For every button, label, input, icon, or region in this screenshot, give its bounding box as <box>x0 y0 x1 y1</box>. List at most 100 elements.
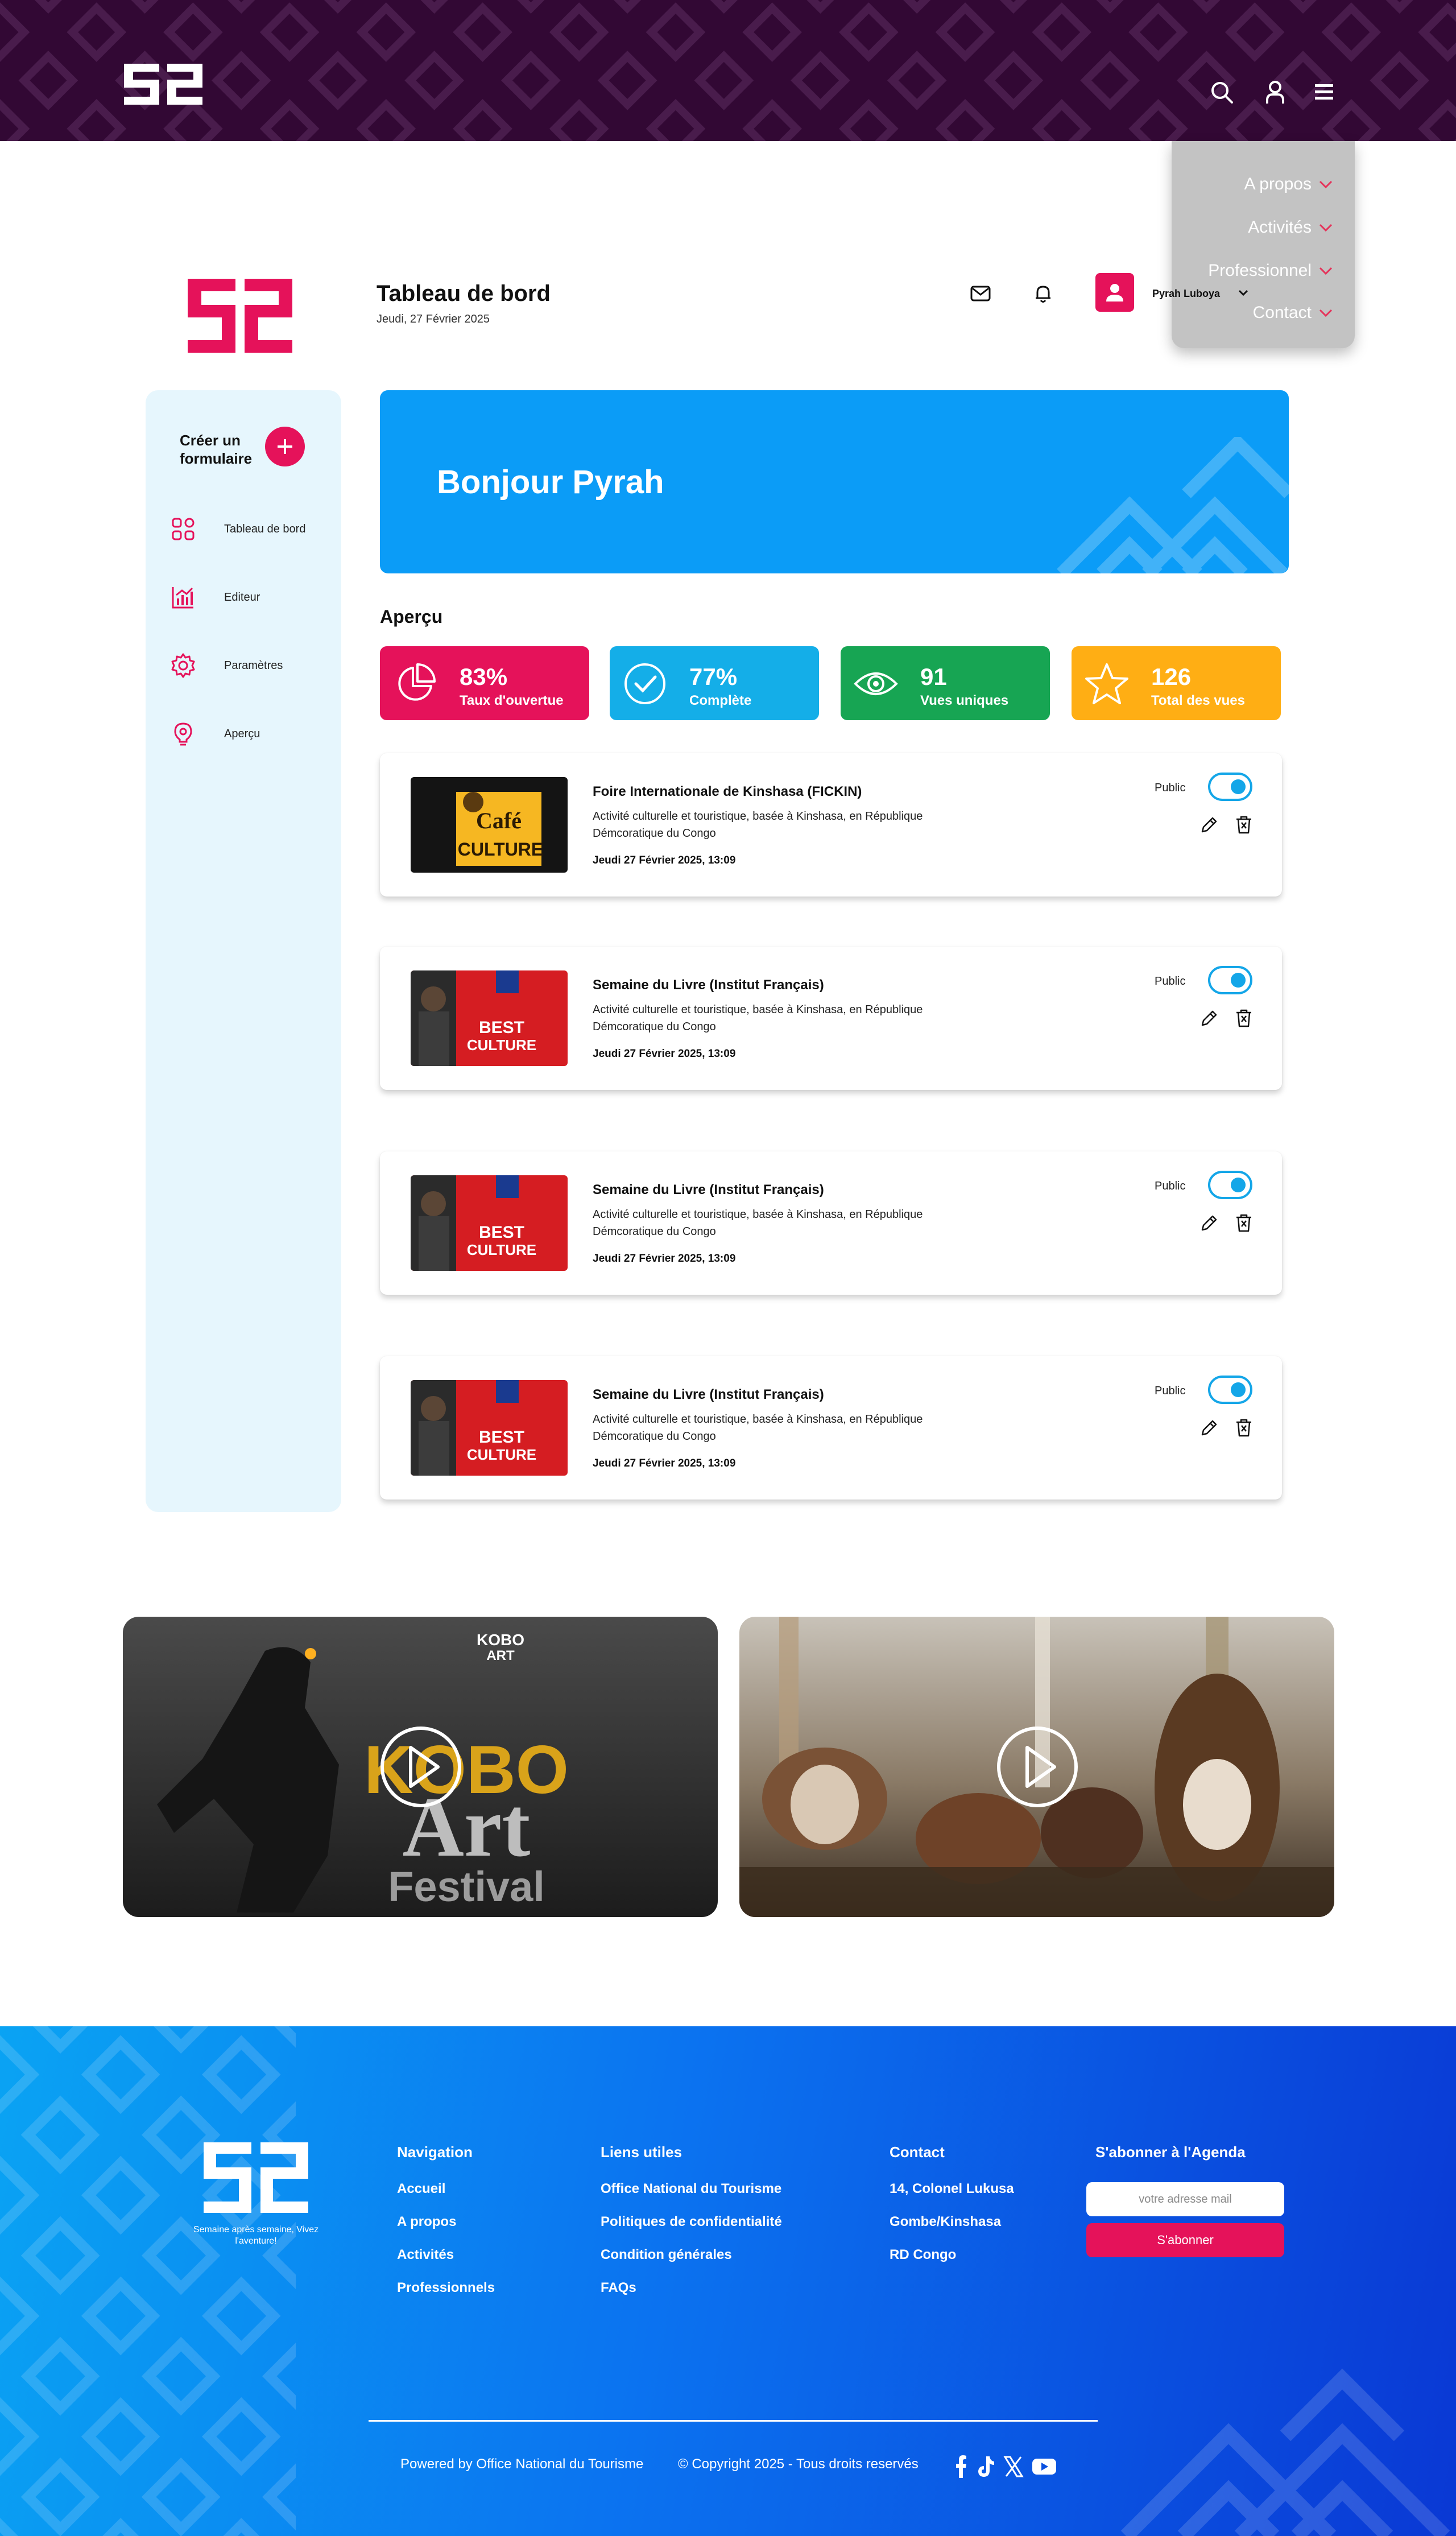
stat-value: 91 <box>920 663 947 690</box>
footer-link-ont[interactable]: Office National du Tourisme <box>601 2181 781 2197</box>
star-icon <box>1085 663 1128 704</box>
powered-by-text: Powered by Office National du Tourisme <box>400 2456 644 2472</box>
email-field[interactable] <box>1086 2182 1284 2216</box>
event-description: Activité culturelle et touristique, basé… <box>593 1208 923 1238</box>
chart-icon <box>172 587 193 609</box>
event-image: Café CULTURE <box>411 777 568 873</box>
event-card[interactable]: BEST CULTURE Semaine du Livre (Institut … <box>380 1356 1282 1500</box>
footer-divider <box>369 2420 1098 2422</box>
svg-text:Festival: Festival <box>388 1863 545 1910</box>
play-icon[interactable] <box>379 1725 463 1809</box>
pencil-icon[interactable] <box>1199 816 1218 835</box>
video-player-traditional-dance[interactable] <box>739 1617 1334 1917</box>
footer-link-about[interactable]: A propos <box>397 2214 456 2230</box>
stat-total-views[interactable]: 126 Total des vues <box>1072 646 1281 720</box>
event-date: Jeudi 27 Février 2025, 13:09 <box>593 1253 736 1265</box>
footer-logo[interactable] <box>202 2140 309 2215</box>
x-twitter-icon[interactable] <box>1003 2455 1024 2478</box>
youtube-icon[interactable] <box>1032 2455 1057 2478</box>
visibility-toggle[interactable] <box>1208 966 1252 994</box>
pencil-icon[interactable] <box>1199 1214 1218 1233</box>
svg-text:CULTURE: CULTURE <box>458 839 544 860</box>
footer-address-line: RD Congo <box>890 2247 957 2262</box>
footer-link-privacy[interactable]: Politiques de confidentialité <box>601 2214 782 2230</box>
footer-link-faqs[interactable]: FAQs <box>601 2280 636 2296</box>
menu-item-activites[interactable]: Activités <box>1248 215 1333 240</box>
trash-icon[interactable] <box>1234 1008 1254 1029</box>
event-card[interactable]: Café CULTURE Foire Internationale de Kin… <box>380 753 1282 897</box>
svg-text:CULTURE: CULTURE <box>467 1241 536 1258</box>
user-avatar-icon <box>1106 284 1123 301</box>
welcome-greeting: Bonjour Pyrah <box>437 464 664 501</box>
event-title: Semaine du Livre (Institut Français) <box>593 977 824 993</box>
sidebar-item-preview[interactable]: Aperçu <box>169 719 260 749</box>
footer-link-home[interactable]: Accueil <box>397 2181 445 2197</box>
event-image: BEST CULTURE <box>411 1175 568 1271</box>
sidebar: Créer un formulaire Tableau de bord Edit… <box>146 390 341 1512</box>
decorative-pattern <box>0 2026 296 2536</box>
footer-link-professionals[interactable]: Professionnels <box>397 2280 495 2296</box>
top-navbar <box>0 0 1456 141</box>
visibility-label: Public <box>1155 1385 1186 1397</box>
menu-item-contact[interactable]: Contact <box>1253 300 1333 325</box>
stat-unique-views[interactable]: 91 Vues uniques <box>841 646 1050 720</box>
stat-complete[interactable]: 77% Complète <box>610 646 819 720</box>
site-logo[interactable] <box>122 59 205 108</box>
chevron-down-icon <box>1319 180 1333 189</box>
visibility-label: Public <box>1155 782 1186 794</box>
user-name: Pyrah Luboya <box>1152 288 1221 299</box>
event-description: Activité culturelle et touristique, basé… <box>593 1003 923 1033</box>
stat-value: 83% <box>460 663 508 690</box>
footer-useful-title: Liens utiles <box>601 2143 682 2161</box>
visibility-toggle[interactable] <box>1208 1376 1252 1404</box>
footer-tagline: Semaine après semaine, Vivez l'aventure! <box>193 2225 319 2246</box>
mail-icon[interactable] <box>969 282 992 305</box>
trash-icon[interactable] <box>1234 1418 1254 1438</box>
sidebar-item-dashboard[interactable]: Tableau de bord <box>169 514 305 544</box>
event-description: Activité culturelle et touristique, basé… <box>593 810 923 840</box>
chevron-down-icon <box>1319 267 1333 275</box>
footer-link-terms[interactable]: Condition générales <box>601 2247 732 2263</box>
decorative-pattern <box>0 0 1456 141</box>
trash-icon[interactable] <box>1234 1213 1254 1233</box>
svg-text:CULTURE: CULTURE <box>467 1036 536 1054</box>
event-card[interactable]: BEST CULTURE Semaine du Livre (Institut … <box>380 1151 1282 1295</box>
chevron-down-icon <box>1319 224 1333 232</box>
video-player-kobo-art[interactable]: KOBO ART KOBO Art Festival <box>123 1617 718 1917</box>
sidebar-item-label: Editeur <box>224 590 260 604</box>
event-image: BEST CULTURE <box>411 970 568 1066</box>
menu-item-professionnel[interactable]: Professionnel <box>1208 258 1333 283</box>
visibility-toggle[interactable] <box>1208 1171 1252 1199</box>
event-title: Semaine du Livre (Institut Français) <box>593 1182 824 1197</box>
stat-value: 77% <box>689 663 738 690</box>
subscribe-button[interactable]: S'abonner <box>1086 2223 1284 2257</box>
play-icon[interactable] <box>995 1725 1079 1809</box>
menu-item-a-propos[interactable]: A propos <box>1244 172 1333 197</box>
avatar[interactable] <box>1095 273 1134 312</box>
footer-link-activities[interactable]: Activités <box>397 2247 454 2263</box>
event-card[interactable]: BEST CULTURE Semaine du Livre (Institut … <box>380 947 1282 1090</box>
dashboard-logo[interactable] <box>187 276 293 355</box>
pencil-icon[interactable] <box>1199 1419 1218 1438</box>
sidebar-item-settings[interactable]: Paramètres <box>169 651 283 680</box>
dropdown-menu: A propos Activités Professionnel Contact <box>1172 141 1355 348</box>
tiktok-icon[interactable] <box>976 2455 995 2478</box>
hamburger-menu-icon[interactable] <box>1312 80 1337 105</box>
search-icon[interactable] <box>1209 80 1234 105</box>
user-icon[interactable] <box>1263 80 1288 105</box>
visibility-toggle[interactable] <box>1208 773 1252 801</box>
chevron-down-icon[interactable] <box>1238 289 1249 297</box>
sidebar-item-editor[interactable]: Editeur <box>169 583 260 612</box>
stat-label: Complète <box>689 693 752 708</box>
bell-icon[interactable] <box>1032 282 1054 305</box>
pencil-icon[interactable] <box>1199 1009 1218 1029</box>
create-form-button[interactable] <box>265 427 305 466</box>
stat-open-rate[interactable]: 83% Taux d'ouvertue <box>380 646 589 720</box>
event-date: Jeudi 27 Février 2025, 13:09 <box>593 854 736 866</box>
facebook-icon[interactable] <box>956 2455 967 2478</box>
lightbulb-icon <box>174 722 192 746</box>
overview-title: Aperçu <box>380 606 443 627</box>
gear-icon <box>171 653 195 678</box>
svg-text:CULTURE: CULTURE <box>467 1446 536 1463</box>
trash-icon[interactable] <box>1234 815 1254 835</box>
